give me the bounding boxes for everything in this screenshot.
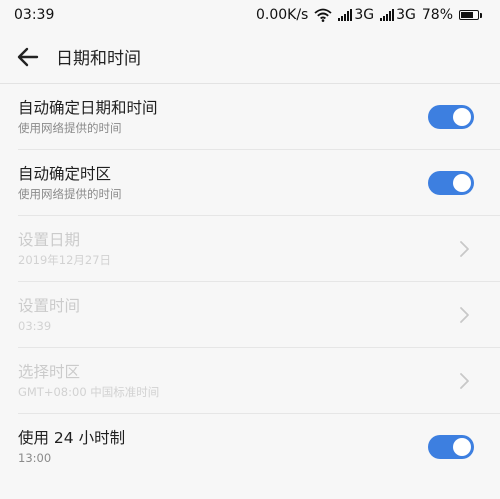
sim2-network-type: 3G <box>396 7 416 23</box>
auto-datetime-setting[interactable]: 自动确定日期和时间 使用网络提供的时间 <box>18 84 500 150</box>
setting-subtitle: 使用网络提供的时间 <box>18 186 122 201</box>
toggle-knob <box>453 107 471 126</box>
setting-title: 选择时区 <box>18 362 81 381</box>
use-24-hour-setting[interactable]: 使用 24 小时制 13:00 <box>18 414 500 480</box>
setting-subtitle: GMT+08:00 中国标准时间 <box>18 384 160 399</box>
arrow-left-icon <box>17 47 39 66</box>
battery-percent: 78% <box>421 7 453 23</box>
sim1-network-type: 3G <box>354 7 375 23</box>
set-date-setting[interactable]: 设置日期 2019年12月27日 <box>18 216 500 282</box>
auto-timezone-toggle[interactable] <box>428 170 474 195</box>
auto-timezone-setting[interactable]: 自动确定时区 使用网络提供的时间 <box>18 150 500 216</box>
signal-icon <box>338 9 353 21</box>
setting-title: 自动确定时区 <box>18 164 112 183</box>
sim2-signal: 3G <box>380 7 416 23</box>
setting-title: 使用 24 小时制 <box>18 429 126 447</box>
chevron-right-icon <box>460 372 469 389</box>
toggle-knob <box>453 438 471 456</box>
battery-fill <box>461 12 474 18</box>
auto-datetime-toggle[interactable] <box>428 104 474 129</box>
setting-title: 设置时间 <box>18 296 81 315</box>
setting-title: 自动确定日期和时间 <box>18 98 158 117</box>
setting-subtitle: 2019年12月27日 <box>18 252 112 267</box>
sim1-signal: 3G <box>338 7 374 23</box>
select-timezone-setting[interactable]: 选择时区 GMT+08:00 中国标准时间 <box>18 348 500 414</box>
wifi-icon <box>314 8 332 22</box>
signal-icon <box>380 9 395 21</box>
page-title: 日期和时间 <box>56 49 141 69</box>
setting-subtitle: 使用网络提供的时间 <box>18 120 122 135</box>
setting-subtitle: 13:00 <box>18 451 52 465</box>
setting-title: 设置日期 <box>18 230 81 249</box>
status-time: 03:39 <box>14 7 55 23</box>
net-speed: 0.00K/s <box>255 7 309 23</box>
chevron-right-icon <box>460 240 469 257</box>
settings-list: 自动确定日期和时间 使用网络提供的时间 自动确定时区 使用网络提供的时间 设置日… <box>0 84 500 480</box>
setting-subtitle: 03:39 <box>18 318 52 333</box>
set-time-setting[interactable]: 设置时间 03:39 <box>18 282 500 348</box>
use-24-hour-toggle[interactable] <box>428 435 474 459</box>
status-indicators: 0.00K/s 3G 3G 78% <box>256 7 482 23</box>
toggle-knob <box>453 173 471 192</box>
chevron-right-icon <box>460 306 469 323</box>
app-bar: 日期和时间 <box>0 30 500 84</box>
battery-icon <box>459 10 482 20</box>
status-bar: 03:39 0.00K/s 3G 3G 78% <box>0 0 500 30</box>
back-button[interactable] <box>0 30 56 84</box>
